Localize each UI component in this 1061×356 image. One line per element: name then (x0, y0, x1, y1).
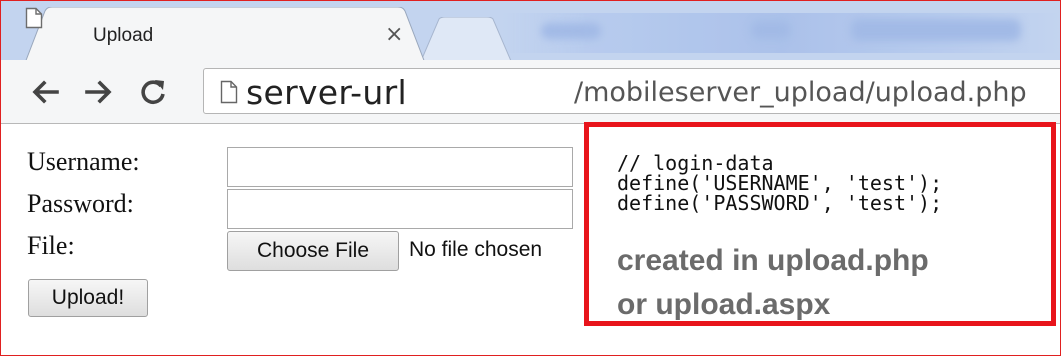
code-line: // login-data (617, 151, 774, 175)
username-field[interactable] (227, 147, 573, 187)
code-line: define('USERNAME', 'test'); (617, 171, 943, 195)
arrow-left-icon (32, 80, 59, 104)
reload-icon (141, 80, 165, 104)
tab-strip: Upload × (1, 1, 1060, 61)
close-icon[interactable]: × (385, 22, 403, 47)
upload-button[interactable]: Upload! (28, 279, 148, 317)
inactive-tab[interactable] (421, 17, 511, 61)
note-line: or upload.aspx (617, 288, 831, 321)
annotation-callout: // login-data define('USERNAME', 'test');… (584, 122, 1056, 326)
note-line: created in upload.php (617, 244, 929, 277)
no-file-text: No file chosen (409, 238, 543, 261)
password-field[interactable] (227, 189, 573, 229)
blurred-content (541, 23, 601, 39)
tab-title: Upload (93, 25, 154, 46)
back-button[interactable] (27, 74, 63, 110)
blurred-content (751, 21, 791, 39)
arrow-right-icon (85, 80, 112, 104)
browser-toolbar: server-url /mobileserver_upload/upload.p… (1, 60, 1061, 124)
page-icon (25, 7, 43, 29)
blurred-content (851, 19, 1021, 41)
address-bar[interactable]: server-url /mobileserver_upload/upload.p… (203, 68, 1061, 114)
file-label: File: (27, 231, 75, 260)
tab-upload[interactable]: Upload × (25, 7, 425, 61)
username-label: Username: (27, 147, 140, 176)
choose-file-button[interactable]: Choose File (227, 231, 399, 271)
code-line: define('PASSWORD', 'test'); (617, 191, 943, 215)
annotation-note: created in upload.php or upload.aspx (617, 239, 929, 327)
page-icon (220, 80, 238, 104)
url-path: /mobileserver_upload/upload.php (574, 77, 1027, 108)
code-snippet: // login-data define('USERNAME', 'test');… (617, 153, 942, 213)
url-host: server-url (246, 73, 407, 112)
blurred-tab-area (501, 13, 1060, 53)
password-label: Password: (27, 189, 134, 218)
reload-button[interactable] (135, 74, 171, 110)
forward-button[interactable] (81, 74, 117, 110)
tab-shape (25, 7, 425, 61)
